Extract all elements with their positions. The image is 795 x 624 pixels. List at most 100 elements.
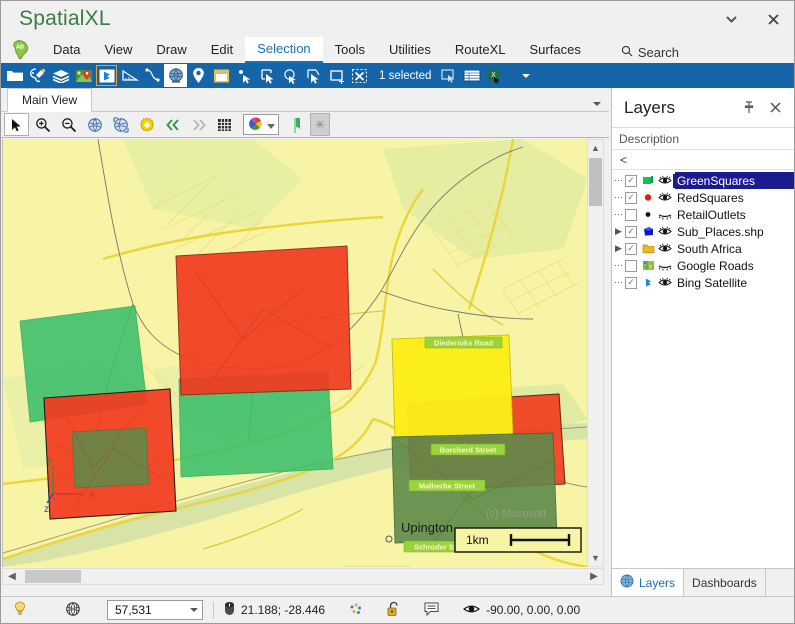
layer-checkbox[interactable]: [625, 208, 637, 221]
layers-panel-header: Layers: [612, 88, 794, 128]
scroll-right-icon[interactable]: ▶: [585, 569, 603, 584]
tab-main-view[interactable]: Main View: [7, 88, 93, 112]
app-logo-icon[interactable]: AB: [1, 37, 41, 63]
tree-expander-collapsed[interactable]: ▶: [612, 226, 625, 237]
layer-row-retailoutlets[interactable]: ⋯ RetailOutlets: [612, 206, 794, 223]
grid-tool[interactable]: [212, 113, 237, 136]
vertical-scroll-thumb[interactable]: [589, 158, 602, 206]
map-horizontal-scrollbar[interactable]: ◀ ▶: [2, 568, 604, 585]
layer-row-greensquares[interactable]: ⋯ ✓ GreenSquares: [612, 172, 794, 189]
lock-indicator[interactable]: [387, 601, 400, 620]
map-vertical-scrollbar[interactable]: ▲ ▼: [587, 139, 604, 567]
menu-item-tools[interactable]: Tools: [323, 37, 377, 63]
export-excel-icon[interactable]: X: [483, 64, 506, 87]
menu-item-routexl[interactable]: RouteXL: [443, 37, 518, 63]
annotation-icon: [424, 602, 439, 619]
menu-search[interactable]: Search: [611, 42, 689, 63]
projection-indicator[interactable]: [65, 601, 81, 620]
layers-stack-icon[interactable]: [49, 64, 72, 87]
palette-settings-icon[interactable]: [26, 64, 49, 87]
scroll-left-icon[interactable]: ◀: [3, 569, 21, 584]
menu-item-surfaces[interactable]: Surfaces: [518, 37, 593, 63]
selection-table-icon[interactable]: [460, 64, 483, 87]
chevron-down-icon[interactable]: [190, 608, 198, 612]
measure-ruler-icon[interactable]: [118, 64, 141, 87]
visibility-eye-icon[interactable]: [656, 192, 673, 203]
layer-checkbox[interactable]: ✓: [625, 191, 637, 204]
tab-dashboards[interactable]: Dashboards: [684, 569, 766, 596]
layer-checkbox[interactable]: [625, 259, 637, 272]
zoom-out-tool[interactable]: [56, 113, 81, 136]
tab-layers[interactable]: Layers: [612, 569, 685, 596]
menu-item-utilities[interactable]: Utilities: [377, 37, 443, 63]
chevron-down-icon[interactable]: [267, 118, 275, 132]
layer-row-sub-places[interactable]: ▶ ✓ Sub_Places.shp: [612, 223, 794, 240]
visibility-eye-icon[interactable]: [656, 243, 673, 254]
pointer-tool[interactable]: [4, 113, 29, 136]
bookmark-flag-tool[interactable]: [284, 113, 309, 136]
layer-row-south-africa[interactable]: ▶ ✓ South Africa: [612, 240, 794, 257]
network-route-icon[interactable]: [141, 64, 164, 87]
menu-item-edit[interactable]: Edit: [199, 37, 245, 63]
selection-properties-icon[interactable]: [437, 64, 460, 87]
favorite-tool[interactable]: ✳: [310, 113, 330, 136]
column-header-description[interactable]: Description: [612, 128, 794, 150]
theme-color-tool[interactable]: [243, 114, 279, 135]
layer-row-bing-satellite[interactable]: ⋯ ✓ Bing Satellite: [612, 274, 794, 291]
select-circle-icon[interactable]: [279, 64, 302, 87]
layer-checkbox[interactable]: ✓: [625, 276, 637, 289]
map-canvas[interactable]: Upington Diederioks Road Borcherd Street…: [2, 139, 587, 567]
layer-checkbox[interactable]: ✓: [625, 225, 637, 238]
menu-item-data[interactable]: Data: [41, 37, 92, 63]
next-view-tool[interactable]: [186, 113, 211, 136]
scroll-up-icon[interactable]: ▲: [588, 140, 603, 156]
scale-combo[interactable]: 57,531: [107, 600, 203, 620]
scale-bar: 1km: [454, 527, 582, 553]
scroll-down-icon[interactable]: ▼: [588, 550, 603, 566]
select-box-icon[interactable]: [325, 64, 348, 87]
close-icon[interactable]: [762, 95, 788, 121]
close-button[interactable]: [752, 2, 794, 36]
menu-item-draw[interactable]: Draw: [144, 37, 198, 63]
globe-wire-icon: [65, 601, 81, 620]
legend-window-icon[interactable]: [210, 64, 233, 87]
globe-icon[interactable]: [164, 64, 187, 87]
menu-search-label: Search: [637, 45, 680, 60]
layer-checkbox[interactable]: ✓: [625, 242, 637, 255]
select-point-icon[interactable]: [233, 64, 256, 87]
clear-selection-icon[interactable]: [348, 64, 371, 87]
snap-indicator[interactable]: [349, 602, 363, 619]
visibility-eye-icon[interactable]: [656, 277, 673, 288]
zoom-in-tool[interactable]: [30, 113, 55, 136]
tree-expander-collapsed[interactable]: ▶: [612, 243, 625, 254]
layer-checkbox[interactable]: ✓: [625, 174, 637, 187]
menu-item-view[interactable]: View: [92, 37, 144, 63]
select-rectangle-icon[interactable]: [256, 64, 279, 87]
zoom-selection-tool[interactable]: [108, 113, 133, 136]
minimize-ribbon-button[interactable]: [710, 2, 752, 36]
menu-item-selection[interactable]: Selection: [245, 37, 323, 63]
select-polygon-icon[interactable]: [302, 64, 325, 87]
visibility-eye-off-icon[interactable]: [656, 260, 673, 271]
view-settings-tool[interactable]: [134, 113, 159, 136]
previous-view-tool[interactable]: [160, 113, 185, 136]
layer-row-redsquares[interactable]: ⋯ ✓ RedSquares: [612, 189, 794, 206]
visibility-eye-icon[interactable]: [656, 226, 673, 237]
annotation-indicator[interactable]: [424, 602, 439, 619]
pin-icon[interactable]: [736, 95, 762, 121]
horizontal-scroll-thumb[interactable]: [25, 570, 81, 583]
hint-indicator[interactable]: [13, 601, 27, 620]
place-label-upington: Upington: [401, 520, 453, 535]
visibility-eye-off-icon[interactable]: [656, 209, 673, 220]
visibility-eye-icon[interactable]: [656, 175, 673, 186]
zoom-extents-tool[interactable]: [82, 113, 107, 136]
open-folder-icon[interactable]: [3, 64, 26, 87]
layer-row-google-roads[interactable]: ⋯ Google Roads: [612, 257, 794, 274]
tree-back-row[interactable]: <: [612, 150, 794, 170]
svg-text:Borcherd Street: Borcherd Street: [440, 445, 497, 454]
chevron-down-icon[interactable]: [593, 102, 601, 106]
bing-maps-icon[interactable]: [95, 64, 118, 87]
map-marker-image-icon[interactable]: [72, 64, 95, 87]
ribbon-overflow-caret[interactable]: [514, 64, 537, 87]
place-pin-icon[interactable]: [187, 64, 210, 87]
